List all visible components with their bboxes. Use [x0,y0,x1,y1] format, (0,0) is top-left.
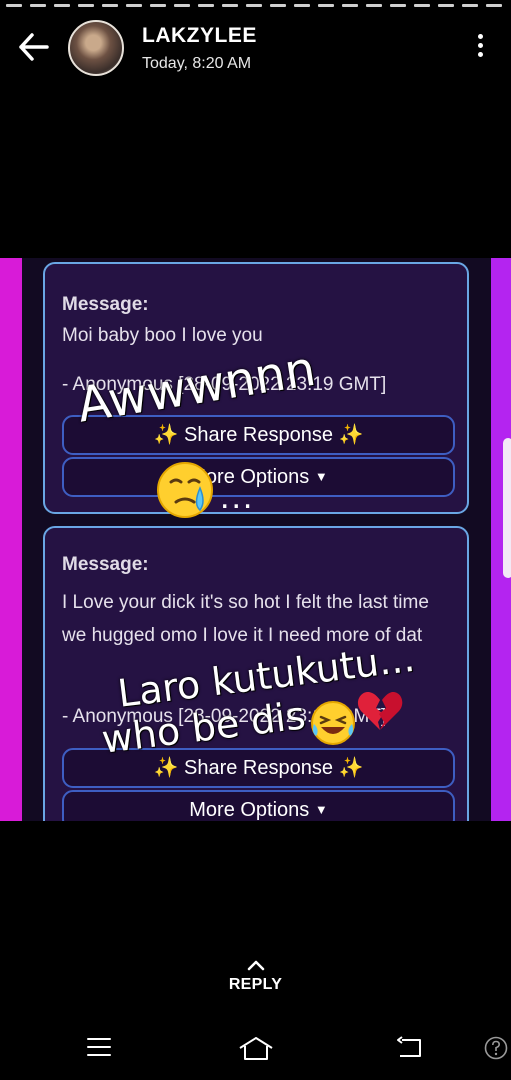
more-options-label: More Options [189,799,310,821]
system-navigation-bar [0,1030,511,1070]
more-options-button[interactable]: More Options ▼ [62,457,455,497]
home-icon[interactable] [238,1036,274,1067]
more-vertical-icon[interactable] [470,34,490,62]
avatar[interactable] [68,20,124,76]
chevron-up-icon [247,958,265,971]
crying-face-emoji [156,460,214,525]
scrollbar [503,438,511,578]
status-timestamp: Today, 8:20 AM [142,55,252,72]
caret-down-icon: ▼ [314,802,328,817]
help-icon[interactable] [484,1036,508,1065]
laughing-face-emoji [310,700,356,751]
message-label: Message: [62,554,149,575]
reply-label: REPLY [228,976,283,993]
back-nav-icon[interactable] [396,1036,424,1065]
contact-name: LAKZYLEE [142,24,257,47]
reply-control[interactable]: REPLY [0,958,511,994]
more-options-button[interactable]: More Options ▼ [62,790,455,821]
caret-down-icon: ▼ [314,469,328,484]
arrow-left-icon[interactable] [18,32,50,62]
broken-heart-emoji [356,690,404,737]
overlay-dots: ... [220,478,255,516]
story-progress [0,0,511,10]
message-text: Moi baby boo I love you [62,325,263,346]
status-header: LAKZYLEE Today, 8:20 AM [0,12,511,82]
message-label: Message: [62,294,149,315]
recent-apps-icon[interactable] [86,1036,112,1063]
